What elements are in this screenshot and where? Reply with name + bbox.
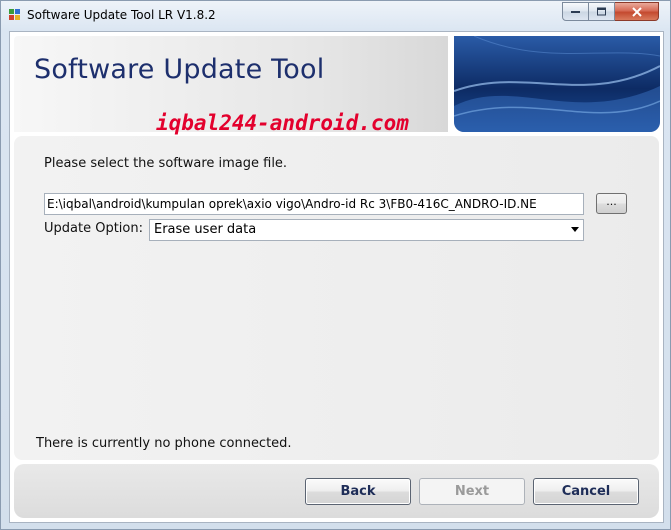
image-path-input[interactable]: E:\iqbal\android\kumpulan oprek\axio vig…	[44, 193, 584, 215]
banner-graphic	[454, 36, 660, 132]
minimize-button[interactable]	[562, 2, 589, 21]
close-button[interactable]	[615, 2, 659, 21]
banner-title: Software Update Tool	[34, 54, 325, 85]
select-image-prompt: Please select the software image file.	[44, 156, 288, 171]
chevron-down-icon	[571, 227, 579, 232]
maximize-button[interactable]	[589, 2, 615, 21]
wave-graphic-icon	[454, 36, 660, 132]
close-icon	[631, 6, 642, 17]
update-option-select[interactable]: Erase user data	[149, 219, 584, 241]
update-option-label: Update Option:	[44, 221, 143, 236]
footer: Back Next Cancel	[14, 464, 659, 518]
window-title: Software Update Tool LR V1.8.2	[27, 8, 216, 22]
back-button[interactable]: Back	[305, 478, 411, 505]
minimize-icon	[570, 10, 580, 13]
connection-status: There is currently no phone connected.	[36, 436, 292, 451]
maximize-icon	[596, 7, 606, 15]
next-button[interactable]: Next	[419, 478, 525, 505]
cancel-button[interactable]: Cancel	[533, 478, 639, 505]
client-area: Software Update Tool iqbal244-android.co…	[9, 31, 664, 523]
title-bar[interactable]: Software Update Tool LR V1.8.2	[1, 1, 670, 31]
browse-button[interactable]: ...	[596, 193, 627, 214]
watermark-text: iqbal244-android.com	[156, 111, 409, 135]
app-window: Software Update Tool LR V1.8.2 Software …	[0, 0, 671, 530]
app-icon	[8, 7, 22, 21]
content-panel: Please select the software image file. E…	[14, 136, 659, 460]
update-option-value: Erase user data	[154, 222, 257, 237]
